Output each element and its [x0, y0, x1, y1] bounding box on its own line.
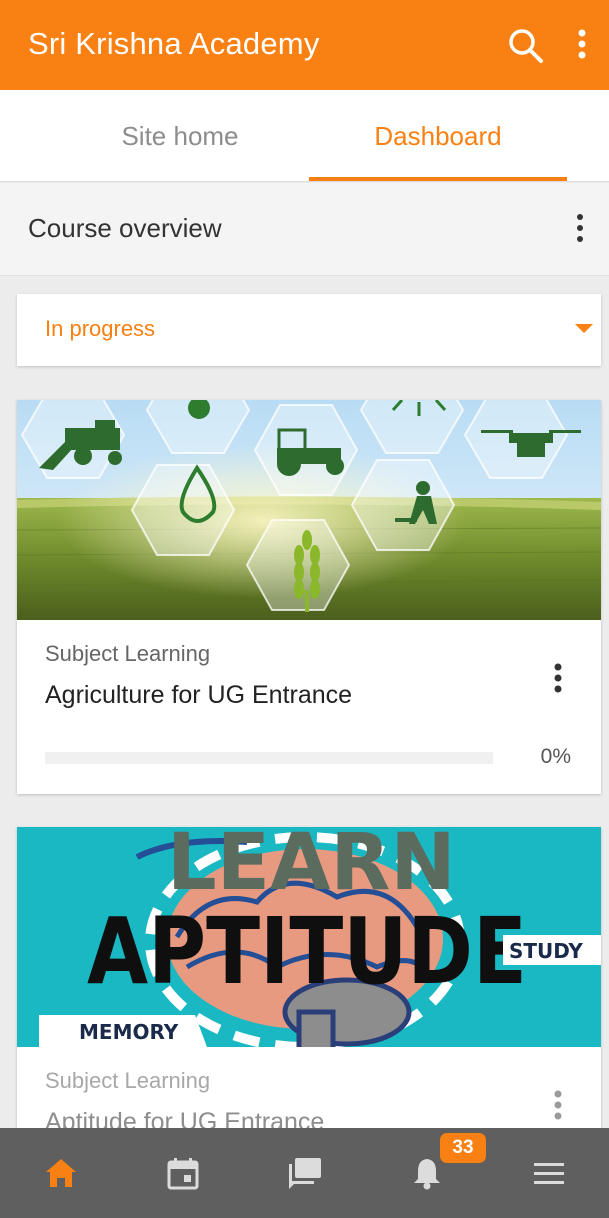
aptitude-image-text: APTITUDE [87, 898, 527, 1005]
course-filter-select[interactable]: In progress [17, 294, 601, 366]
more-vert-icon[interactable] [549, 662, 567, 696]
course-image-aptitude[interactable]: LEARN APTITUDE STUDY MEMORY [17, 827, 601, 1047]
tab-dashboard[interactable]: Dashboard [309, 90, 567, 182]
app-title: Sri Krishna Academy [28, 26, 320, 61]
course-progress-label: 0% [540, 745, 571, 768]
tab-site-home[interactable]: Site home [52, 90, 308, 182]
more-vert-icon[interactable] [549, 1089, 567, 1123]
memory-image-text: MEMORY [79, 1020, 179, 1044]
course-name[interactable]: Agriculture for UG Entrance [45, 681, 352, 710]
more-vert-icon[interactable] [568, 211, 592, 247]
course-overview-header: Course overview [0, 183, 609, 276]
course-category: Subject Learning [45, 1068, 211, 1093]
tab-bar: Site home Dashboard [0, 90, 609, 182]
bottom-navigation [0, 1128, 609, 1218]
active-tab-indicator [309, 177, 567, 181]
course-image-agriculture[interactable] [17, 400, 601, 620]
course-card[interactable]: LEARN APTITUDE STUDY MEMORY Subject Lear… [17, 827, 601, 1147]
dropdown-arrow-icon [575, 324, 593, 333]
messages-icon[interactable] [244, 1128, 366, 1218]
course-overview-title: Course overview [28, 213, 222, 243]
course-card[interactable]: Subject Learning Agriculture for UG Entr… [17, 400, 601, 794]
app-bar: Sri Krishna Academy [0, 0, 609, 90]
search-icon[interactable] [506, 26, 546, 66]
course-category: Subject Learning [45, 641, 211, 666]
learn-image-text: LEARN [167, 827, 456, 908]
hamburger-menu-icon[interactable] [488, 1128, 609, 1218]
notification-badge: 33 [440, 1133, 486, 1163]
study-image-text: STUDY [509, 939, 583, 963]
course-progress-bar [45, 752, 493, 764]
filter-selected-value: In progress [45, 316, 156, 341]
home-icon[interactable] [0, 1128, 122, 1218]
calendar-icon[interactable] [122, 1128, 244, 1218]
more-vert-icon[interactable] [570, 26, 594, 66]
